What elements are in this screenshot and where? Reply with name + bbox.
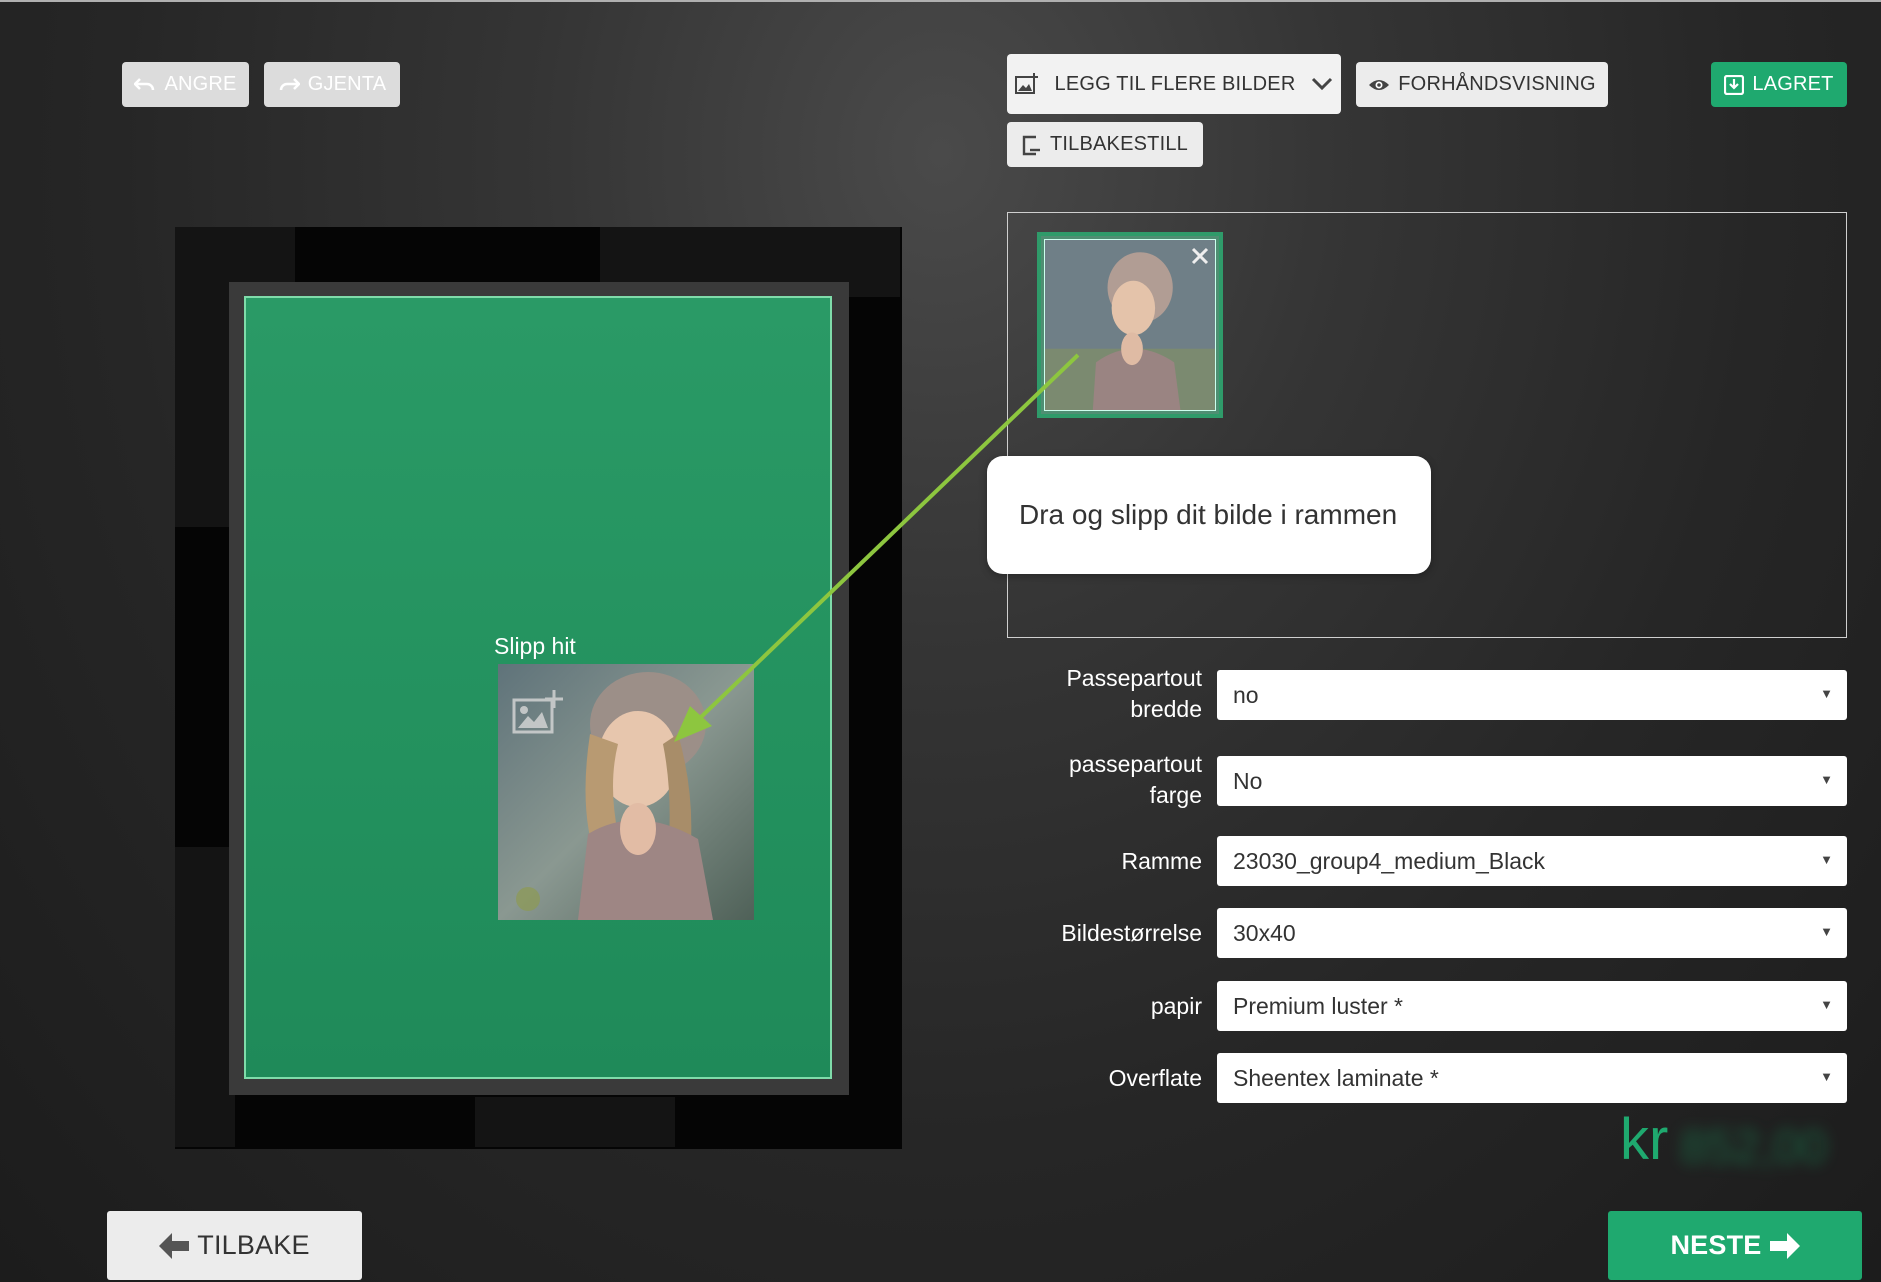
top-border-line [0, 0, 1881, 2]
undo-icon [134, 77, 155, 90]
reset-label: TILBAKESTILL [1049, 133, 1188, 155]
drop-here-label: Slipp hit [494, 633, 576, 659]
tooltip-text: Dra og slipp dit bilde i rammen [1019, 499, 1398, 530]
price-value: 852,00 [1680, 1121, 1827, 1174]
price-currency: kr [1620, 1107, 1669, 1172]
drag-drop-tooltip: Dra og slipp dit bilde i rammen [987, 456, 1431, 574]
dropdown-caret-icon: ▼ [1820, 997, 1833, 1012]
surface-label: Overflate [1108, 1065, 1202, 1091]
add-image-icon [512, 690, 563, 734]
mat-color-label: passepartout farge [1069, 751, 1202, 808]
remove-photo-icon[interactable] [1188, 244, 1212, 268]
reset-icon [1022, 135, 1040, 155]
next-button[interactable]: NESTE [1608, 1211, 1862, 1280]
image-size-label: Bildestørrelse [1061, 920, 1202, 946]
frame-select[interactable]: 23030_group4_medium_Black ▼ [1217, 836, 1847, 886]
dropdown-caret-icon: ▼ [1820, 772, 1833, 787]
redo-label: GJENTA [307, 73, 387, 95]
mat-width-label: Passepartout bredde [1066, 665, 1202, 722]
saved-button[interactable]: LAGRET [1711, 62, 1847, 107]
add-more-images-label: LEGG TIL FLERE BILDER [1054, 72, 1296, 95]
arrow-right-icon [1769, 1232, 1800, 1259]
paper-select[interactable]: Premium luster * ▼ [1217, 981, 1847, 1031]
back-label: TILBAKE [197, 1230, 310, 1260]
save-icon [1724, 74, 1745, 95]
undo-label: ANGRE [164, 73, 237, 95]
image-size-select[interactable]: 30x40 ▼ [1217, 908, 1847, 958]
paper-label: papir [1150, 993, 1202, 1019]
mat-color-select[interactable]: No ▼ [1217, 756, 1847, 806]
preview-button[interactable]: FORHÅNDSVISNING [1356, 62, 1608, 107]
mat-width-select[interactable]: no ▼ [1217, 670, 1847, 720]
dropdown-caret-icon: ▼ [1820, 852, 1833, 867]
next-label: NESTE [1670, 1230, 1762, 1260]
dropdown-caret-icon: ▼ [1820, 1069, 1833, 1084]
arrow-left-icon [159, 1232, 190, 1259]
undo-button[interactable]: ANGRE [122, 62, 249, 107]
surface-select[interactable]: Sheentex laminate * ▼ [1217, 1053, 1847, 1103]
dropdown-caret-icon: ▼ [1820, 686, 1833, 701]
eye-icon [1369, 79, 1390, 90]
dropdown-caret-icon: ▼ [1820, 924, 1833, 939]
redo-button[interactable]: GJENTA [264, 62, 400, 107]
redo-icon [279, 77, 300, 90]
reset-button[interactable]: TILBAKESTILL [1007, 122, 1203, 167]
preview-label: FORHÅNDSVISNING [1398, 73, 1596, 95]
image-add-icon [1014, 73, 1038, 94]
chevron-down-icon [1312, 77, 1333, 91]
add-more-images-button[interactable]: LEGG TIL FLERE BILDER [1007, 54, 1341, 114]
frame-label: Ramme [1121, 848, 1202, 874]
back-button[interactable]: TILBAKE [107, 1211, 362, 1280]
saved-label: LAGRET [1752, 73, 1834, 95]
